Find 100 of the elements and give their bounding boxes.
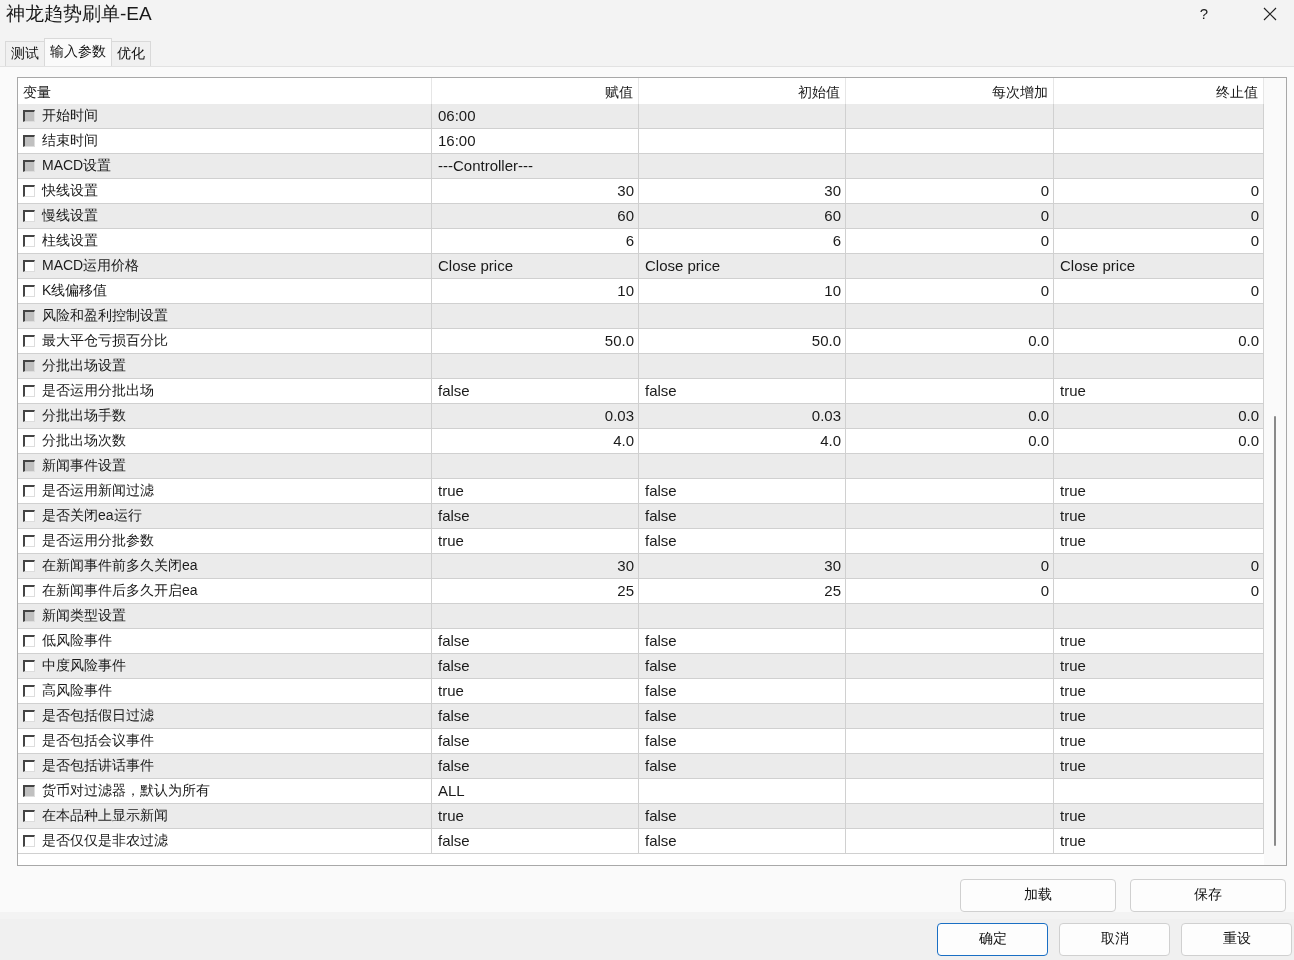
table-cell[interactable]: false [432, 828, 639, 854]
table-cell[interactable] [846, 378, 1054, 404]
table-cell[interactable]: true [1054, 753, 1264, 779]
table-cell[interactable] [846, 453, 1054, 479]
column-header[interactable]: 每次增加 [846, 77, 1054, 104]
table-cell[interactable]: 4.0 [639, 428, 846, 454]
table-cell[interactable]: 30 [432, 553, 639, 579]
table-cell[interactable] [846, 803, 1054, 829]
table-cell[interactable]: false [432, 628, 639, 654]
tab[interactable]: 优化 [111, 40, 151, 66]
table-cell[interactable] [846, 703, 1054, 729]
table-cell[interactable]: 0 [846, 553, 1054, 579]
table-cell[interactable]: 60 [639, 203, 846, 229]
table-cell[interactable]: true [1054, 378, 1264, 404]
dialog-button[interactable]: 确定 [937, 922, 1048, 956]
table-cell[interactable] [639, 103, 846, 129]
checkbox[interactable] [23, 809, 35, 822]
table-cell[interactable] [1054, 778, 1264, 804]
table-cell[interactable] [846, 303, 1054, 329]
table-cell[interactable]: true [1054, 653, 1264, 679]
table-cell[interactable]: 0 [846, 203, 1054, 229]
table-cell[interactable]: 50.0 [639, 328, 846, 354]
column-header[interactable]: 赋值 [432, 77, 639, 104]
table-cell[interactable]: 30 [432, 178, 639, 204]
table-cell[interactable]: 0.0 [846, 428, 1054, 454]
checkbox[interactable] [23, 659, 35, 672]
checkbox[interactable] [23, 559, 35, 572]
table-cell[interactable]: 25 [639, 578, 846, 604]
table-cell[interactable] [846, 103, 1054, 129]
table-cell[interactable]: 0.03 [639, 403, 846, 429]
table-cell[interactable]: 0.0 [1054, 328, 1264, 354]
checkbox[interactable] [23, 259, 35, 272]
table-cell[interactable]: true [1054, 678, 1264, 704]
table-cell[interactable] [846, 753, 1054, 779]
dialog-button[interactable]: 取消 [1059, 922, 1170, 956]
table-cell[interactable] [1054, 153, 1264, 179]
table-cell[interactable]: false [639, 628, 846, 654]
table-cell[interactable]: 10 [432, 278, 639, 304]
tab[interactable]: 输入参数 [44, 37, 112, 66]
table-cell[interactable]: 30 [639, 553, 846, 579]
table-cell[interactable] [639, 778, 846, 804]
checkbox[interactable] [23, 484, 35, 497]
table-cell[interactable]: false [639, 703, 846, 729]
table-cell[interactable] [639, 353, 846, 379]
table-cell[interactable] [846, 503, 1054, 529]
table-cell[interactable]: false [639, 728, 846, 754]
table-cell[interactable] [639, 453, 846, 479]
dialog-button[interactable]: 重设 [1181, 922, 1292, 956]
table-cell[interactable]: 0.03 [432, 403, 639, 429]
table-cell[interactable]: false [639, 803, 846, 829]
checkbox[interactable] [23, 734, 35, 747]
table-cell[interactable]: Close price [639, 253, 846, 279]
checkbox[interactable] [23, 534, 35, 547]
table-cell[interactable] [1054, 453, 1264, 479]
table-cell[interactable]: 60 [432, 203, 639, 229]
table-cell[interactable]: 0 [846, 228, 1054, 254]
table-cell[interactable]: 25 [432, 578, 639, 604]
load-button[interactable]: 加载 [960, 878, 1116, 912]
table-cell[interactable] [432, 353, 639, 379]
table-cell[interactable]: false [432, 378, 639, 404]
table-cell[interactable]: 10 [639, 278, 846, 304]
table-cell[interactable]: true [1054, 803, 1264, 829]
table-cell[interactable] [846, 728, 1054, 754]
table-cell[interactable] [1054, 353, 1264, 379]
table-cell[interactable]: false [639, 653, 846, 679]
table-cell[interactable]: 0 [1054, 178, 1264, 204]
table-cell[interactable]: true [1054, 528, 1264, 554]
table-cell[interactable] [846, 828, 1054, 854]
column-header[interactable]: 变量 [18, 77, 432, 104]
checkbox[interactable] [23, 834, 35, 847]
table-cell[interactable] [1054, 303, 1264, 329]
table-cell[interactable] [846, 253, 1054, 279]
table-cell[interactable] [639, 153, 846, 179]
table-cell[interactable]: true [432, 528, 639, 554]
table-cell[interactable]: false [639, 378, 846, 404]
table-cell[interactable]: false [432, 753, 639, 779]
table-cell[interactable] [846, 153, 1054, 179]
table-cell[interactable]: Close price [432, 253, 639, 279]
table-cell[interactable] [1054, 603, 1264, 629]
checkbox[interactable] [23, 509, 35, 522]
table-cell[interactable]: 6 [639, 228, 846, 254]
table-cell[interactable]: true [432, 678, 639, 704]
table-cell[interactable]: 0.0 [846, 328, 1054, 354]
checkbox[interactable] [23, 434, 35, 447]
checkbox[interactable] [23, 759, 35, 772]
scrollbar-thumb[interactable] [1274, 415, 1276, 846]
table-cell[interactable] [846, 778, 1054, 804]
table-cell[interactable]: 4.0 [432, 428, 639, 454]
table-cell[interactable]: false [639, 503, 846, 529]
table-cell[interactable] [639, 303, 846, 329]
table-cell[interactable]: false [639, 753, 846, 779]
checkbox[interactable] [23, 584, 35, 597]
checkbox[interactable] [23, 334, 35, 347]
table-cell[interactable]: 6 [432, 228, 639, 254]
table-cell[interactable]: true [1054, 728, 1264, 754]
table-cell[interactable] [1054, 103, 1264, 129]
checkbox[interactable] [23, 684, 35, 697]
table-cell[interactable]: 0 [846, 178, 1054, 204]
checkbox[interactable] [23, 384, 35, 397]
table-cell[interactable]: true [1054, 503, 1264, 529]
